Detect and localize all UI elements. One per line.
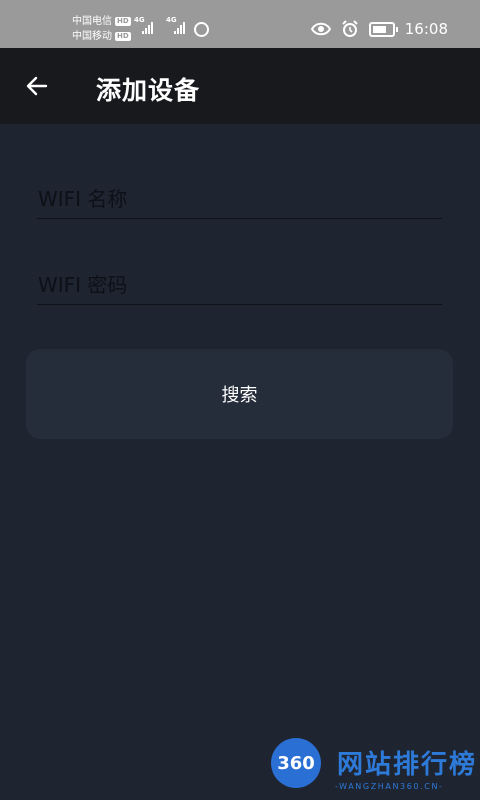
- page-title: 添加设备: [96, 76, 201, 105]
- carrier-1-label: 中国电信: [72, 16, 112, 27]
- sync-ring-icon: [194, 22, 209, 37]
- signal-bars-icon: [174, 22, 185, 34]
- alarm-icon: [342, 20, 358, 37]
- battery-icon: [368, 21, 398, 37]
- wifi-name-input[interactable]: [37, 180, 443, 218]
- carrier-2-label: 中国移动: [72, 31, 112, 42]
- signal-bars-icon: [142, 22, 153, 34]
- wifi-name-field[interactable]: [37, 180, 443, 219]
- app-bar: 添加设备: [0, 48, 480, 124]
- carrier-info: 中国电信 HD 中国移动 HD: [72, 14, 131, 44]
- watermark: 360 网站排行榜 -WANGZHAN360.CN-: [271, 738, 475, 796]
- status-right: 16:08: [310, 20, 448, 38]
- wifi-password-input[interactable]: [37, 266, 443, 304]
- clock-time: 16:08: [404, 20, 448, 38]
- signal-2: 4G: [166, 16, 192, 36]
- signal-1: 4G: [134, 16, 160, 36]
- watermark-badge: 360: [271, 738, 321, 788]
- hd-badge: HD: [115, 17, 131, 26]
- hd-badge: HD: [115, 32, 131, 41]
- search-button[interactable]: 搜索: [26, 349, 453, 439]
- wifi-password-field[interactable]: [37, 266, 443, 305]
- watermark-title: 网站排行榜: [337, 750, 478, 780]
- back-button[interactable]: [14, 64, 60, 108]
- arrow-left-icon: [26, 76, 48, 96]
- eye-icon: [310, 22, 331, 36]
- status-bar: 中国电信 HD 中国移动 HD 4G 4G 16:08: [0, 0, 480, 48]
- watermark-subtitle: -WANGZHAN360.CN-: [335, 782, 444, 791]
- signal-indicators: 4G 4G: [134, 16, 192, 36]
